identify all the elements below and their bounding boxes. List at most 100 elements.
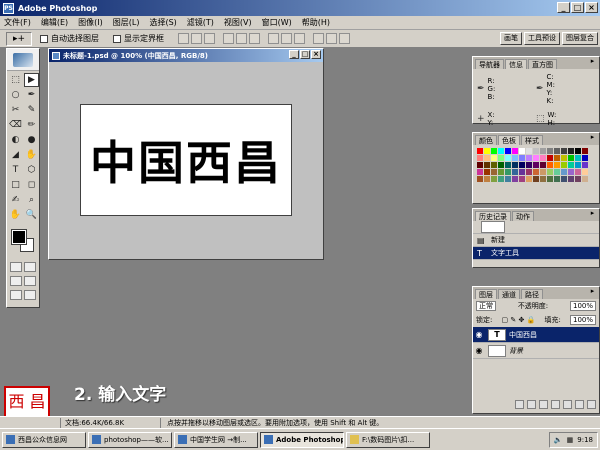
well-tab-brushes[interactable]: 画笔 (500, 32, 522, 45)
panel-menu-icon[interactable]: ▸ (588, 134, 597, 143)
taskbar-item[interactable]: 中国学生网 →制... (174, 431, 258, 448)
color-swatch[interactable] (491, 169, 497, 175)
color-swatch[interactable] (477, 148, 483, 154)
color-swatch[interactable] (512, 162, 518, 168)
auto-select-checkbox[interactable] (40, 34, 48, 43)
distribute-bottom-icon[interactable] (294, 33, 305, 44)
color-swatch[interactable] (554, 176, 560, 182)
well-tab-layer-comps[interactable]: 图层复合 (562, 32, 598, 45)
show-bounding-box-option[interactable]: 显示定界框 (113, 33, 164, 44)
color-swatch[interactable] (491, 162, 497, 168)
tab-color[interactable]: 颜色 (475, 135, 497, 145)
color-swatch[interactable] (582, 169, 588, 175)
color-swatch[interactable] (505, 169, 511, 175)
color-swatch[interactable] (498, 176, 504, 182)
color-swatch[interactable] (575, 176, 581, 182)
type-tool-icon[interactable]: T (8, 163, 23, 177)
eraser-tool-icon[interactable]: ◢ (8, 148, 23, 162)
color-swatch[interactable] (533, 176, 539, 182)
color-swatch[interactable] (554, 148, 560, 154)
adjustment-layer-icon[interactable] (563, 400, 572, 409)
align-middle-icon[interactable] (191, 33, 202, 44)
well-tab-tool-presets[interactable]: 工具预设 (524, 32, 560, 45)
close-button[interactable]: × (585, 2, 598, 13)
history-brush-tool-icon[interactable]: ● (24, 133, 39, 147)
color-swatch[interactable] (491, 148, 497, 154)
distribute-left-icon[interactable] (313, 33, 324, 44)
color-swatch[interactable] (484, 155, 490, 161)
layer-row-text[interactable]: ◉ T 中国西昌 (473, 327, 599, 343)
color-swatch[interactable] (526, 155, 532, 161)
tab-paths[interactable]: 路径 (521, 289, 543, 299)
menu-filter[interactable]: 滤镜(T) (187, 17, 214, 28)
color-swatch[interactable] (477, 169, 483, 175)
tab-channels[interactable]: 通道 (498, 289, 520, 299)
color-swatch[interactable] (526, 169, 532, 175)
pen-tool-icon[interactable]: □ (8, 178, 23, 192)
menu-window[interactable]: 窗口(W) (262, 17, 292, 28)
doc-close-button[interactable]: × (311, 50, 321, 59)
menu-select[interactable]: 选择(S) (149, 17, 176, 28)
color-swatch[interactable] (484, 176, 490, 182)
distribute-top-icon[interactable] (268, 33, 279, 44)
layer-style-icon[interactable] (527, 400, 536, 409)
color-swatch[interactable] (526, 176, 532, 182)
color-swatch[interactable] (519, 155, 525, 161)
distribute-right-icon[interactable] (339, 33, 350, 44)
align-bottom-icon[interactable] (204, 33, 215, 44)
tab-swatches[interactable]: 色板 (498, 135, 520, 145)
color-swatch[interactable] (484, 169, 490, 175)
doc-minimize-button[interactable]: _ (289, 50, 299, 59)
color-swatch[interactable] (519, 148, 525, 154)
menu-layer[interactable]: 图层(L) (113, 17, 140, 28)
tool-preset-picker[interactable]: ▸+ (6, 31, 32, 46)
color-swatch[interactable] (582, 176, 588, 182)
new-layer-icon[interactable] (575, 400, 584, 409)
minimize-button[interactable]: _ (557, 2, 570, 13)
color-swatch[interactable] (568, 148, 574, 154)
magic-wand-tool-icon[interactable]: ✒ (24, 88, 39, 102)
document-canvas-area[interactable]: 中国西昌 (49, 62, 323, 259)
layer-row-background[interactable]: ◉ 背景 (473, 343, 599, 359)
slice-tool-icon[interactable]: ✎ (24, 103, 39, 117)
lasso-tool-icon[interactable]: ○ (8, 88, 23, 102)
tab-styles[interactable]: 样式 (521, 135, 543, 145)
canvas-text-layer[interactable]: 中国西昌 (90, 127, 282, 193)
tab-info[interactable]: 信息 (505, 59, 527, 69)
color-swatch[interactable] (547, 162, 553, 168)
color-swatch[interactable] (568, 155, 574, 161)
color-swatch[interactable] (512, 176, 518, 182)
color-swatch[interactable] (505, 155, 511, 161)
align-right-icon[interactable] (249, 33, 260, 44)
new-set-icon[interactable] (551, 400, 560, 409)
color-swatch[interactable] (533, 162, 539, 168)
color-swatch[interactable] (575, 148, 581, 154)
menu-image[interactable]: 图像(I) (78, 17, 103, 28)
imageready-icon[interactable] (24, 290, 36, 300)
color-swatch[interactable] (561, 176, 567, 182)
move-tool-icon[interactable]: ▶ (24, 73, 39, 87)
color-swatch[interactable] (519, 169, 525, 175)
color-swatch[interactable] (498, 162, 504, 168)
color-swatch[interactable] (575, 155, 581, 161)
fill-field[interactable]: 100% (569, 315, 596, 325)
path-selection-tool-icon[interactable]: ⬡ (24, 163, 39, 177)
color-swatch[interactable] (498, 155, 504, 161)
color-swatch[interactable] (568, 169, 574, 175)
panel-menu-icon[interactable]: ▸ (588, 210, 597, 219)
color-swatch[interactable] (561, 148, 567, 154)
shape-tool-icon[interactable]: ◻ (24, 178, 39, 192)
color-swatch[interactable] (540, 155, 546, 161)
notes-tool-icon[interactable]: ✍ (8, 193, 23, 207)
hand-tool-icon[interactable]: ✋ (8, 208, 23, 222)
color-swatch[interactable] (519, 176, 525, 182)
toolbox-header[interactable] (7, 49, 39, 71)
eyedropper-tool-icon[interactable]: ⌕ (24, 193, 39, 207)
color-swatch[interactable] (575, 169, 581, 175)
document-title-bar[interactable]: 未标题-1.psd @ 100% (中国西昌, RGB/8) (49, 49, 323, 62)
menu-edit[interactable]: 编辑(E) (41, 17, 68, 28)
standard-screen-icon[interactable] (10, 276, 22, 286)
color-swatch[interactable] (582, 155, 588, 161)
marquee-tool-icon[interactable]: ⬚ (8, 73, 23, 87)
history-snapshot[interactable] (473, 221, 599, 234)
